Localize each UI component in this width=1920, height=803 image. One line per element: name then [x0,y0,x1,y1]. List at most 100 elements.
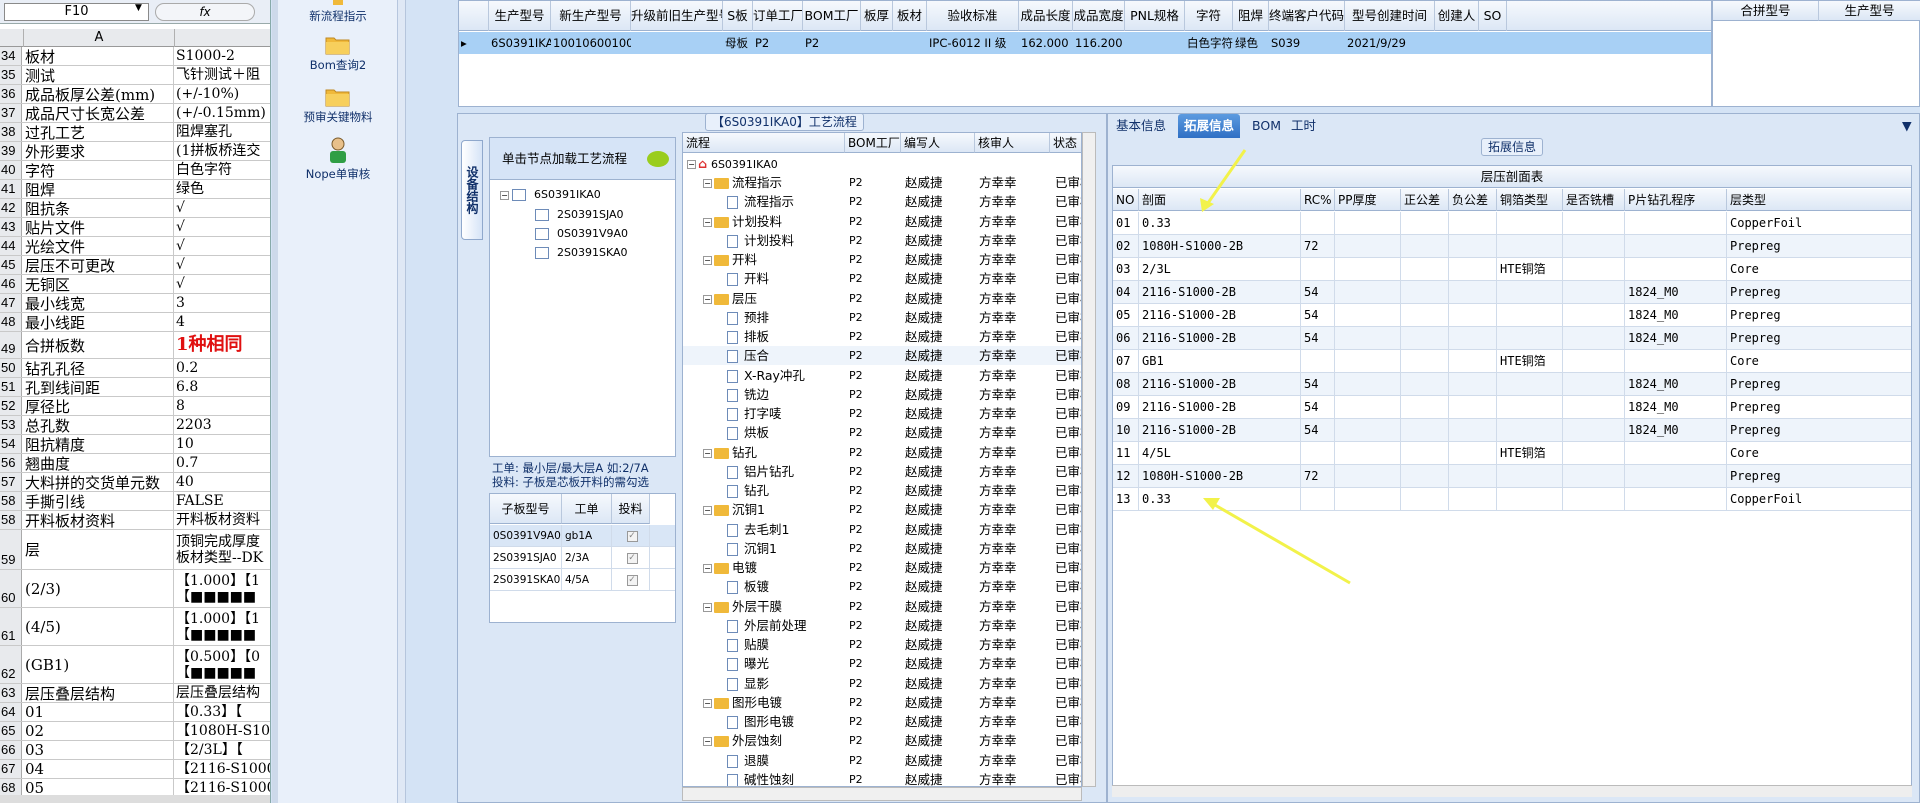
laminate-cell[interactable]: 1080H-S1000-2B [1139,235,1301,258]
laminate-cell[interactable]: 1824_M0 [1625,327,1727,350]
laminate-cell[interactable] [1449,419,1497,442]
model-grid-cell[interactable]: 10010600100413 [551,32,631,54]
laminate-cell[interactable] [1401,396,1449,419]
cell-b[interactable]: 1种相同 [175,332,270,358]
route-column-header[interactable]: 编写人 [901,133,975,153]
cell-a[interactable]: 总孔数 [24,416,174,434]
row-number[interactable]: 52 [0,397,22,415]
laminate-cell[interactable] [1497,281,1563,304]
function-button[interactable]: fx [155,3,255,21]
name-box-dropdown-icon[interactable]: ▼ [135,3,142,13]
cell-b[interactable]: S1000-2 [175,47,270,65]
laminate-cell[interactable]: 2/3L [1139,258,1301,281]
route-row[interactable]: − 图形电镀 P2 赵威捷 方幸幸 已审核 [683,693,1081,712]
model-grid-cell[interactable] [1479,32,1507,54]
merged-grid-column-header[interactable]: 合拼型号 [1713,1,1819,21]
expand-icon[interactable]: − [703,217,712,227]
cell-a[interactable]: 阻焊 [24,180,174,198]
tree-child[interactable]: 2S0391SJA0 [535,208,624,221]
laminate-cell[interactable] [1563,419,1625,442]
laminate-row[interactable]: 06 2116-S1000-2B 54 1824_M0 Prepreg [1113,327,1911,350]
cell-b[interactable]: (+/-0.15mm) [175,104,270,122]
row-number[interactable]: 49 [0,332,22,358]
laminate-cell[interactable] [1335,465,1401,488]
cell-a[interactable]: (4/5) [24,608,174,645]
sub-grid-row[interactable]: 2S0391SJA0 2/3A ✓ [490,547,675,569]
laminate-cell[interactable] [1563,465,1625,488]
row-number[interactable]: 48 [0,313,22,331]
laminate-row[interactable]: 05 2116-S1000-2B 54 1824_M0 Prepreg [1113,304,1911,327]
model-grid-column-header[interactable]: 型号创建时间 [1345,1,1435,31]
laminate-hscrollbar[interactable] [1112,785,1912,797]
laminate-cell[interactable]: 1824_M0 [1625,304,1727,327]
route-column-header[interactable]: 流程 [683,133,845,153]
route-row[interactable]: 板镀 P2 赵威捷 方幸幸 已审核 [683,577,1081,596]
route-row[interactable]: 钻孔 P2 赵威捷 方幸幸 已审核 [683,481,1081,500]
row-number[interactable]: 44 [0,237,22,255]
laminate-column-header[interactable]: 铜箔类型 [1497,189,1563,211]
expand-icon[interactable]: − [703,448,712,458]
row-number[interactable]: 54 [0,435,22,453]
route-row[interactable]: 铣边 P2 赵威捷 方幸幸 已审核 [683,385,1081,404]
feed-cell[interactable]: ✓ [612,525,650,547]
select-all-corner[interactable] [0,29,24,47]
model-grid-cell[interactable]: IPC-6012 II 级 [927,32,1019,54]
route-row[interactable]: 烘板 P2 赵威捷 方幸幸 已审核 [683,423,1081,442]
laminate-cell[interactable]: 08 [1113,373,1139,396]
laminate-column-header[interactable]: P片钻孔程序 [1625,189,1727,211]
laminate-cell[interactable] [1401,258,1449,281]
laminate-cell[interactable] [1401,350,1449,373]
sub-grid-column-header[interactable]: 投料 [612,494,650,524]
cell-b[interactable]: √ [175,275,270,293]
row-number[interactable]: 51 [0,378,22,396]
laminate-column-header[interactable]: 是否铣槽 [1563,189,1625,211]
tab-basic-info[interactable]: 基本信息 [1110,114,1172,138]
route-row[interactable]: 计划投料 P2 赵威捷 方幸幸 已审核 [683,231,1081,250]
laminate-cell[interactable] [1301,488,1335,511]
laminate-cell[interactable] [1449,327,1497,350]
collapse-icon[interactable]: − [500,190,509,200]
cell-a[interactable]: (2/3) [24,570,174,607]
cell-a[interactable]: 04 [24,760,174,778]
model-grid-cell[interactable] [1125,32,1185,54]
model-grid-column-header[interactable]: 创建人 [1435,1,1479,31]
tab-expand-info[interactable]: 拓展信息 [1178,114,1241,138]
route-row[interactable]: − 钻孔 P2 赵威捷 方幸幸 已审核 [683,443,1081,462]
expand-icon[interactable]: − [703,737,712,747]
row-number[interactable]: 47 [0,294,22,312]
cell-b[interactable]: 40 [175,473,270,491]
model-grid-column-header[interactable]: 阻焊 [1233,1,1269,31]
model-grid-column-header[interactable]: 新生产型号 [551,1,631,31]
laminate-cell[interactable]: CopperFoil [1727,488,1911,511]
laminate-cell[interactable]: GB1 [1139,350,1301,373]
laminate-cell[interactable] [1335,327,1401,350]
splitter[interactable] [398,0,406,803]
row-number[interactable]: 34 [0,47,22,65]
laminate-cell[interactable]: 54 [1301,373,1335,396]
row-number[interactable]: 58 [0,492,22,510]
sub-grid-cell[interactable]: 2S0391SJA0 [490,547,562,569]
laminate-cell[interactable]: 10 [1113,419,1139,442]
model-grid-column-header[interactable]: 终端客户代码 [1269,1,1345,31]
model-grid-cell[interactable]: 白色字符 [1185,32,1233,54]
cell-a[interactable]: 手撕引线 [24,492,174,510]
cell-b[interactable]: (1拼板桥连交 [175,142,270,160]
route-row[interactable]: − 外层干膜 P2 赵威捷 方幸幸 已审核 [683,597,1081,616]
model-grid-column-header[interactable]: 成品宽度 [1073,1,1125,31]
row-number[interactable]: 35 [0,66,22,84]
laminate-cell[interactable] [1335,258,1401,281]
cell-a[interactable]: 成品尺寸长宽公差 [24,104,174,122]
cell-b[interactable]: 层压叠层结构 [175,684,270,702]
route-root[interactable]: − ⌂ 6S0391IKA0 [683,154,1081,173]
cell-b[interactable]: √ [175,237,270,255]
model-grid-column-header[interactable]: 生产型号 [489,1,551,31]
route-row[interactable]: − 流程指示 P2 赵威捷 方幸幸 已审核 [683,173,1081,192]
route-row[interactable]: − 层压 P2 赵威捷 方幸幸 已审核 [683,289,1081,308]
sub-grid-cell[interactable]: 0S0391V9A0 [490,525,562,547]
model-grid-cell[interactable]: P2 [803,32,861,54]
laminate-cell[interactable] [1401,442,1449,465]
route-row[interactable]: 压合 P2 赵威捷 方幸幸 已审核 [683,346,1081,366]
cell-b[interactable]: 开料板材资料 [175,511,270,529]
laminate-cell[interactable] [1401,373,1449,396]
laminate-cell[interactable] [1563,442,1625,465]
